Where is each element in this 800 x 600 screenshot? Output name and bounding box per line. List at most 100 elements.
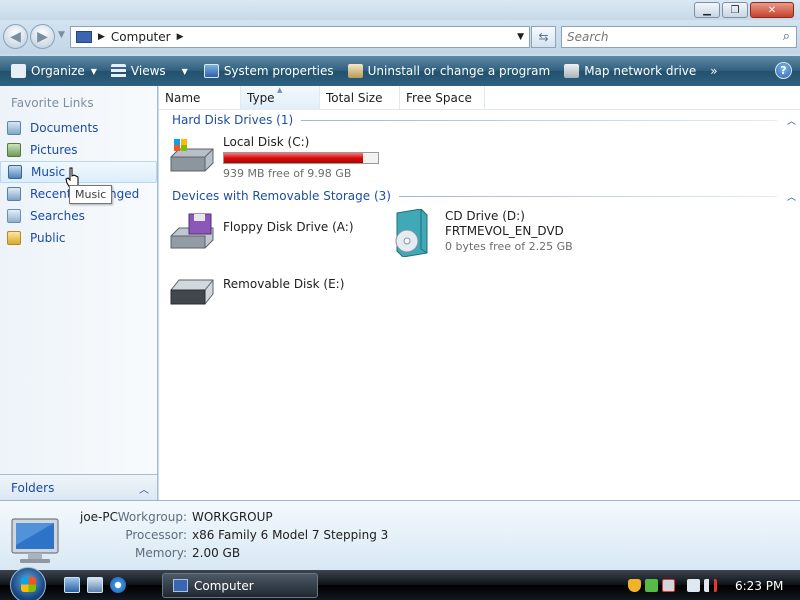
system-properties-label: System properties (223, 64, 334, 78)
forward-button[interactable]: ▶ (30, 24, 55, 49)
group-divider (398, 195, 777, 197)
disk-usage-fill (224, 153, 364, 163)
column-header-total-size[interactable]: Total Size (320, 86, 400, 110)
drive-volume-label: FRTMEVOL_EN_DVD (445, 224, 564, 238)
search-input[interactable] (567, 30, 767, 44)
drive-free-space: 939 MB free of 9.98 GB (223, 167, 352, 180)
workgroup-value: WORKGROUP (192, 510, 273, 524)
public-folder-icon (7, 231, 21, 245)
start-button[interactable] (10, 567, 46, 600)
nav-item-label: Music (31, 165, 66, 179)
close-button[interactable]: ✕ (750, 2, 794, 18)
breadcrumb-computer[interactable]: Computer (111, 30, 171, 44)
recent-pages-dropdown[interactable]: ▼ (58, 30, 65, 40)
breadcrumb-chevron-icon[interactable]: ▶ (177, 32, 184, 42)
pictures-icon (7, 143, 21, 157)
memory-label: Memory: (135, 546, 187, 560)
memory-value: 2.00 GB (192, 546, 241, 560)
window-controls: ▁ ❐ ✕ (694, 2, 794, 18)
map-drive-label: Map network drive (584, 64, 697, 78)
drive-name: Removable Disk (E:) (223, 277, 345, 291)
nav-item-documents[interactable]: Documents (0, 117, 157, 139)
group-label: Devices with Removable Storage (3) (172, 189, 391, 203)
taskbar-button-computer[interactable]: Computer (162, 573, 318, 598)
group-header-hard-disks[interactable]: Hard Disk Drives (1) ︿ (172, 111, 796, 129)
computer-icon (173, 579, 188, 592)
views-icon (110, 64, 126, 78)
drive-name: CD Drive (D:) (445, 209, 525, 223)
chevron-down-icon: ▼ (90, 66, 97, 76)
more-commands-button[interactable]: » (705, 56, 722, 86)
volume-muted-icon[interactable] (704, 579, 717, 592)
help-button[interactable]: ? (775, 62, 792, 79)
command-bar: Organize ▼ Views ▼ System properties Uni… (0, 56, 800, 86)
chevron-up-icon[interactable]: ︿ (787, 114, 796, 127)
drive-name: Local Disk (C:) (223, 135, 310, 149)
security-shield-icon[interactable] (628, 579, 641, 592)
system-properties-button[interactable]: System properties (199, 56, 339, 86)
network-icon[interactable] (687, 579, 700, 592)
computer-icon (76, 31, 92, 43)
music-icon (8, 165, 22, 179)
clock[interactable]: 6:23 PM (735, 579, 783, 593)
address-bar[interactable]: ▶ Computer ▶ ▼ (70, 26, 530, 48)
show-desktop-icon[interactable] (64, 577, 80, 593)
nav-item-label: Searches (30, 209, 85, 223)
organize-icon (11, 64, 26, 78)
uninstall-label: Uninstall or change a program (367, 64, 551, 78)
group-label: Hard Disk Drives (1) (172, 113, 294, 127)
security-alert-icon[interactable] (662, 579, 675, 592)
drive-cd-d[interactable]: CD Drive (D:) FRTMEVOL_EN_DVD 0 bytes fr… (391, 209, 573, 257)
processor-value: x86 Family 6 Model 7 Stepping 3 (192, 528, 389, 542)
tooltip: Music (69, 185, 113, 204)
organize-button[interactable]: Organize ▼ (6, 56, 102, 86)
column-header-name[interactable]: Name (159, 86, 241, 110)
windows-defender-icon[interactable] (645, 579, 658, 592)
floppy-drive-icon (170, 213, 214, 249)
folders-label: Folders (11, 480, 55, 495)
drive-removable-e[interactable]: Removable Disk (E:) (169, 272, 344, 310)
minimize-button[interactable]: ▁ (694, 2, 720, 18)
nav-item-label: Documents (30, 121, 99, 135)
uninstall-program-button[interactable]: Uninstall or change a program (343, 56, 556, 86)
group-header-removable[interactable]: Devices with Removable Storage (3) ︿ (172, 187, 796, 205)
taskbar-button-label: Computer (194, 578, 254, 593)
drive-name: Floppy Disk Drive (A:) (223, 220, 354, 234)
favorite-links-heading: Favorite Links (11, 96, 94, 110)
navigation-pane: Favorite Links Documents Pictures Music … (0, 86, 158, 500)
drive-floppy-a[interactable]: Floppy Disk Drive (A:) (169, 212, 354, 250)
search-icon[interactable]: ⌕ (783, 29, 790, 44)
views-button[interactable]: Views ▼ (106, 56, 193, 86)
removable-disk-icon (170, 279, 214, 305)
title-bar: ▁ ❐ ✕ (0, 0, 800, 20)
chevron-down-icon: ▼ (181, 66, 188, 76)
windows-logo-icon (21, 577, 36, 592)
group-divider (301, 119, 777, 121)
internet-explorer-icon[interactable] (110, 577, 126, 593)
chevron-up-icon[interactable]: ︿ (139, 481, 149, 496)
chevron-up-icon[interactable]: ︿ (787, 190, 796, 203)
breadcrumb-separator-icon[interactable]: ▶ (98, 32, 105, 42)
address-dropdown-icon[interactable]: ▼ (517, 32, 524, 42)
column-header-free-space[interactable]: Free Space (400, 86, 485, 110)
address-row: ◀ ▶ ▼ ▶ Computer ▶ ▼ ⇆ ⌕ (0, 20, 800, 54)
network-drive-icon (564, 64, 580, 78)
searches-icon (7, 209, 21, 223)
content-pane: Name Type Total Size Free Space ▲ Hard D… (159, 86, 800, 500)
system-tray: 6:23 PM (628, 573, 800, 598)
switch-windows-icon[interactable] (87, 577, 103, 593)
map-network-drive-button[interactable]: Map network drive (559, 56, 701, 86)
nav-item-searches[interactable]: Searches (0, 205, 157, 227)
hard-drive-icon (170, 139, 214, 172)
nav-item-label: Public (30, 231, 66, 245)
refresh-button[interactable]: ⇆ (531, 26, 556, 48)
drive-local-c[interactable]: Local Disk (C:) 939 MB free of 9.98 GB (169, 135, 379, 181)
back-button[interactable]: ◀ (3, 24, 28, 49)
nav-item-pictures[interactable]: Pictures (0, 139, 157, 161)
documents-icon (7, 121, 21, 135)
folders-bar[interactable]: Folders ︿ (0, 474, 157, 500)
search-box: ⌕ (561, 26, 797, 48)
organize-label: Organize (31, 64, 85, 78)
nav-item-public[interactable]: Public (0, 227, 157, 249)
maximize-button[interactable]: ❐ (722, 2, 748, 18)
